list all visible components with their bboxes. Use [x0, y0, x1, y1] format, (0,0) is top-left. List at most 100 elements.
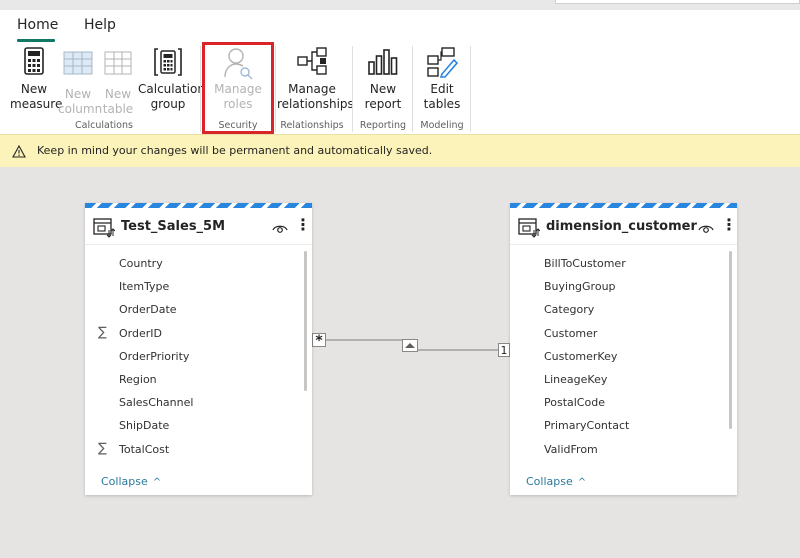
new-measure-button[interactable]: New measure [10, 46, 62, 112]
manage-relationships-button[interactable]: Manage relationships [277, 46, 354, 112]
field-name: CustomerKey [544, 349, 618, 363]
manage-relationships-label-2: relationships [277, 97, 354, 111]
list-item[interactable]: ∑ TotalCost [85, 439, 312, 462]
new-report-button[interactable]: New report [358, 46, 408, 112]
field-name: Customer [544, 326, 598, 340]
new-table-label-1: New [104, 87, 132, 101]
field-name: LineageKey [544, 372, 608, 386]
active-tab-indicator [17, 39, 55, 42]
new-column-label-2: column [58, 102, 103, 116]
collapse-label: Collapse [101, 475, 148, 488]
field-list: BillToCustomer BuyingGroup Category Cust… [510, 253, 737, 462]
group-separator [412, 46, 413, 132]
calculation-group-icon [138, 46, 198, 82]
caret-up-icon[interactable] [402, 339, 418, 352]
list-item[interactable]: ShipDate [85, 415, 312, 438]
list-item[interactable]: Region [85, 369, 312, 392]
field-name: OrderID [119, 326, 162, 340]
field-name: ItemType [119, 280, 170, 294]
collapse-label: Collapse [526, 475, 573, 488]
group-label-reporting: Reporting [359, 120, 407, 131]
search-box-edge[interactable] [555, 0, 800, 4]
field-name: Region [119, 372, 157, 386]
group-separator [470, 46, 471, 132]
new-column-label-1: New [64, 87, 92, 101]
field-name: BuyingGroup [544, 280, 616, 294]
new-report-label-1: New [369, 82, 397, 96]
field-name: SalesChannel [119, 396, 194, 410]
table-title: Test_Sales_5M [121, 219, 226, 234]
edit-tables-button[interactable]: Edit tables [418, 46, 466, 112]
ribbon: Home Help New measure New column New tab… [0, 10, 800, 134]
list-item[interactable]: PostalCode [510, 392, 737, 415]
table-column-icon [58, 51, 98, 87]
list-item[interactable]: LineageKey [510, 369, 737, 392]
calculation-group-label-1: Calculation [138, 82, 205, 96]
edit-tables-icon [418, 46, 466, 82]
new-table-button[interactable]: New table [100, 46, 136, 117]
title-strip [0, 0, 800, 10]
table-card-dimension-customer[interactable]: dimension_customer ⋮ BillToCustomer Buyi… [510, 203, 737, 495]
collapse-link[interactable]: Collapse ^ [526, 475, 586, 488]
field-name: ShipDate [119, 419, 170, 433]
table-icon [93, 218, 116, 242]
list-item[interactable]: ValidFrom [510, 439, 737, 462]
list-item[interactable]: ItemType [85, 276, 312, 299]
field-name: Category [544, 303, 595, 317]
edit-tables-label-1: Edit [430, 82, 454, 96]
warning-banner: Keep in mind your changes will be perman… [0, 134, 800, 167]
sigma-icon: ∑ [98, 324, 107, 340]
field-name: TotalCost [119, 442, 170, 456]
field-name: Country [119, 257, 163, 270]
chevron-up-icon: ^ [152, 477, 162, 488]
group-separator [275, 46, 276, 132]
new-report-label-2: report [364, 97, 402, 111]
list-item[interactable]: Country [85, 253, 312, 276]
table-icon [100, 51, 136, 87]
list-item[interactable]: PrimaryContact [510, 415, 737, 438]
table-card-header[interactable]: dimension_customer ⋮ [510, 208, 737, 245]
scrollbar[interactable] [729, 251, 732, 429]
eye-icon[interactable] [272, 220, 288, 239]
list-item[interactable]: OrderDate [85, 299, 312, 322]
collapse-link[interactable]: Collapse ^ [101, 475, 161, 488]
group-separator [200, 46, 201, 132]
field-name: OrderPriority [119, 349, 190, 363]
calculation-group-label-2: group [150, 97, 186, 111]
table-card-header[interactable]: Test_Sales_5M ⋮ [85, 208, 312, 245]
bar-chart-icon [358, 46, 408, 82]
new-column-button[interactable]: New column [58, 46, 103, 117]
group-label-modeling: Modeling [420, 120, 464, 131]
list-item[interactable]: BillToCustomer [510, 253, 737, 276]
more-options-icon[interactable]: ⋮ [721, 217, 737, 233]
list-item[interactable]: Customer [510, 323, 737, 346]
eye-icon[interactable] [698, 220, 714, 239]
table-title: dimension_customer [546, 219, 697, 234]
group-separator [352, 46, 353, 132]
calculation-group-button[interactable]: Calculation group [138, 46, 205, 112]
more-options-icon[interactable]: ⋮ [295, 217, 311, 233]
manage-relationships-label-1: Manage [288, 82, 336, 96]
group-label-calculations: Calculations [75, 120, 133, 131]
list-item[interactable]: BuyingGroup [510, 276, 737, 299]
list-item[interactable]: ∑ OrderID [85, 323, 312, 346]
list-item[interactable]: CustomerKey [510, 346, 737, 369]
list-item[interactable]: SalesChannel [85, 392, 312, 415]
table-icon [518, 218, 541, 242]
list-item[interactable]: Category [510, 299, 737, 322]
field-name: ValidFrom [544, 442, 598, 456]
scrollbar[interactable] [304, 251, 307, 391]
list-item[interactable]: OrderPriority [85, 346, 312, 369]
field-name: OrderDate [119, 303, 177, 317]
tab-home[interactable]: Home [17, 17, 58, 33]
sigma-icon: ∑ [98, 440, 107, 456]
field-name: PrimaryContact [544, 419, 630, 433]
tab-help[interactable]: Help [84, 17, 116, 33]
one-cardinality-marker: 1 [498, 343, 510, 357]
field-name: BillToCustomer [544, 257, 626, 270]
table-card-test-sales[interactable]: Test_Sales_5M ⋮ Country ItemType OrderDa… [85, 203, 312, 495]
relationships-icon [277, 46, 347, 82]
edit-tables-label-2: tables [423, 97, 461, 111]
new-table-label-2: table [102, 102, 134, 116]
field-list: Country ItemType OrderDate ∑ OrderID Orde… [85, 253, 312, 462]
